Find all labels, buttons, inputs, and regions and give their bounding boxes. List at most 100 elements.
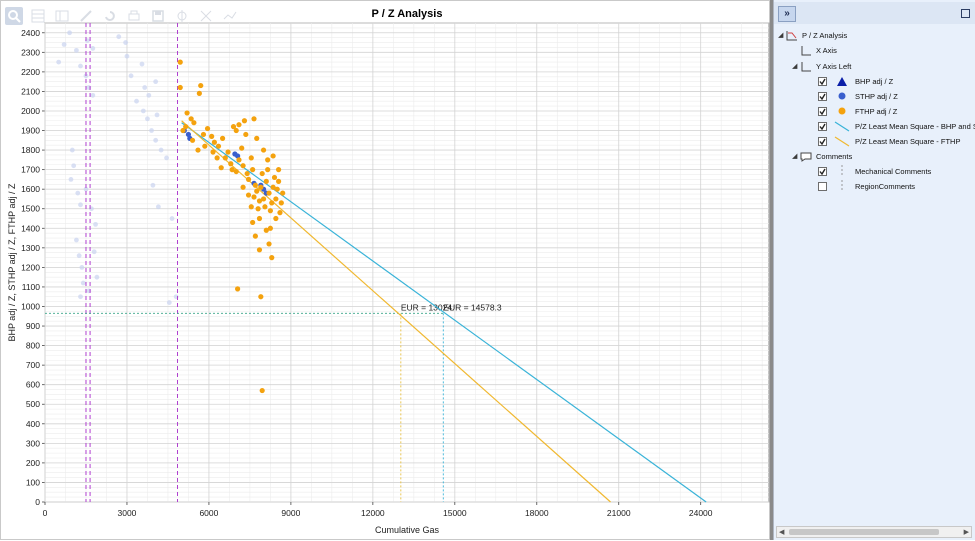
- tree-item-y-axis-left[interactable]: ◢ Y Axis Left: [792, 59, 851, 73]
- y-tick-label: 800: [26, 341, 40, 351]
- y-tick-label: 1100: [22, 282, 41, 292]
- save-icon[interactable]: [149, 7, 167, 25]
- y-tick-label: 2400: [21, 28, 40, 38]
- visibility-checkbox[interactable]: [818, 136, 827, 146]
- visibility-checkbox[interactable]: [818, 91, 827, 101]
- faded-data-point: [80, 280, 86, 286]
- axis-node-icon: [800, 60, 812, 72]
- faded-data-point: [150, 182, 156, 188]
- refresh-icon[interactable]: [101, 7, 119, 25]
- pz-chart[interactable]: 0 100 200 300 400 500 600 700 800 900 1000 1100 1200…: [1, 1, 771, 541]
- fthp-data-point: [265, 167, 271, 173]
- scrollbar-thumb[interactable]: [789, 529, 939, 535]
- tree-item-bhp-adj-z[interactable]: BHP adj / Z: [818, 74, 893, 88]
- cut-icon[interactable]: [197, 7, 215, 25]
- fthp-data-point: [214, 155, 220, 161]
- dashed-line-icon: [833, 180, 851, 192]
- tree-item-p-z-least-mean-square-fthp[interactable]: P/Z Least Mean Square - FTHP: [818, 134, 960, 148]
- visibility-checkbox[interactable]: [818, 106, 827, 116]
- dot-marker-icon: [833, 90, 851, 102]
- fthp-data-point: [198, 82, 204, 89]
- tree-item-regioncomments[interactable]: RegionComments: [818, 179, 915, 193]
- tree-item-label: BHP adj / Z: [855, 76, 894, 86]
- fthp-data-point: [236, 122, 242, 128]
- faded-data-point: [155, 204, 161, 210]
- tree-item-comments[interactable]: ◢ Comments: [792, 149, 852, 163]
- y-tick-label: 300: [26, 438, 40, 448]
- expander-icon[interactable]: ◢: [778, 31, 786, 39]
- x-tick-label: 6000: [199, 508, 218, 518]
- expander-icon[interactable]: ◢: [792, 62, 800, 70]
- fthp-data-point: [222, 155, 228, 161]
- tree-item-p-z-analysis[interactable]: ◢ P / Z Analysis: [778, 28, 847, 42]
- line-tool-icon[interactable]: [221, 7, 239, 25]
- scroll-right-icon[interactable]: ▶: [964, 528, 969, 536]
- fthp-data-point: [191, 120, 197, 126]
- y-tick-label: 1900: [21, 126, 40, 136]
- fthp-data-point: [251, 194, 257, 200]
- crosshair-icon[interactable]: [173, 7, 191, 25]
- fthp-data-point: [180, 127, 186, 134]
- faded-data-point: [68, 177, 74, 182]
- fthp-data-point: [260, 147, 267, 153]
- faded-data-point: [123, 40, 128, 45]
- visibility-checkbox[interactable]: [818, 181, 827, 191]
- horizontal-scrollbar[interactable]: ◀ ▶: [776, 526, 972, 538]
- scroll-left-icon[interactable]: ◀: [779, 528, 784, 536]
- fthp-data-point: [235, 286, 241, 292]
- faded-data-point: [128, 73, 134, 79]
- y-tick-label: 1200: [21, 262, 40, 272]
- tree-item-p-z-least-mean-square-bhp-and-sthp[interactable]: P/Z Least Mean Square - BHP and STHP: [818, 119, 975, 133]
- x-tick-label: 18000: [525, 508, 549, 518]
- fthp-data-point: [271, 174, 278, 181]
- chart-toolbar: [5, 7, 239, 27]
- fthp-data-point: [240, 184, 246, 190]
- fthp-data-point: [258, 294, 264, 300]
- fthp-data-point: [262, 204, 268, 210]
- fthp-data-point: [236, 157, 242, 163]
- fthp-data-point: [252, 233, 258, 239]
- fthp-data-point: [215, 143, 222, 149]
- table-icon[interactable]: [53, 7, 71, 25]
- fthp-data-point: [252, 182, 258, 188]
- tree-item-label: FTHP adj / Z: [855, 106, 898, 116]
- grid-icon[interactable]: [29, 7, 47, 25]
- faded-data-point: [91, 249, 97, 255]
- fthp-data-point: [256, 215, 263, 222]
- collapse-panel-button[interactable]: »: [778, 6, 796, 22]
- faded-data-point: [145, 116, 150, 122]
- tree-item-sthp-adj-z[interactable]: STHP adj / Z: [818, 89, 898, 103]
- fthp-data-point: [273, 215, 279, 222]
- expander-icon[interactable]: ◢: [792, 152, 800, 160]
- maximize-icon[interactable]: [961, 9, 970, 18]
- fthp-data-point: [245, 192, 252, 198]
- fthp-data-point: [278, 200, 284, 206]
- triangle-marker-icon: [833, 75, 851, 87]
- faded-data-point: [142, 85, 148, 90]
- tree-item-mechanical-comments[interactable]: Mechanical Comments: [818, 164, 931, 178]
- print-icon[interactable]: [125, 7, 143, 25]
- zoom-icon[interactable]: [5, 7, 23, 25]
- fthp-data-point: [251, 116, 257, 122]
- fthp-data-point: [248, 155, 254, 161]
- y-tick-label: 900: [26, 321, 40, 331]
- tree-item-x-axis[interactable]: X Axis: [792, 43, 837, 57]
- comment-node-icon: [800, 150, 812, 162]
- faded-data-point: [139, 61, 145, 67]
- visibility-checkbox[interactable]: [818, 166, 827, 176]
- faded-data-point: [116, 34, 122, 40]
- visibility-checkbox[interactable]: [818, 76, 827, 86]
- faded-data-point: [166, 300, 172, 305]
- visibility-checkbox[interactable]: [818, 121, 827, 131]
- fthp-data-point: [255, 206, 261, 212]
- tree-item-fthp-adj-z[interactable]: FTHP adj / Z: [818, 104, 897, 118]
- fthp-data-point: [239, 145, 245, 151]
- fthp-data-point: [266, 241, 272, 247]
- x-tick-label: 15000: [443, 508, 467, 518]
- fthp-data-point: [210, 149, 216, 155]
- y-tick-label: 700: [26, 360, 40, 370]
- y-tick-label: 400: [26, 419, 40, 429]
- faded-data-point: [154, 112, 160, 118]
- fthp-data-point: [211, 139, 217, 145]
- expand-icon[interactable]: [77, 7, 95, 25]
